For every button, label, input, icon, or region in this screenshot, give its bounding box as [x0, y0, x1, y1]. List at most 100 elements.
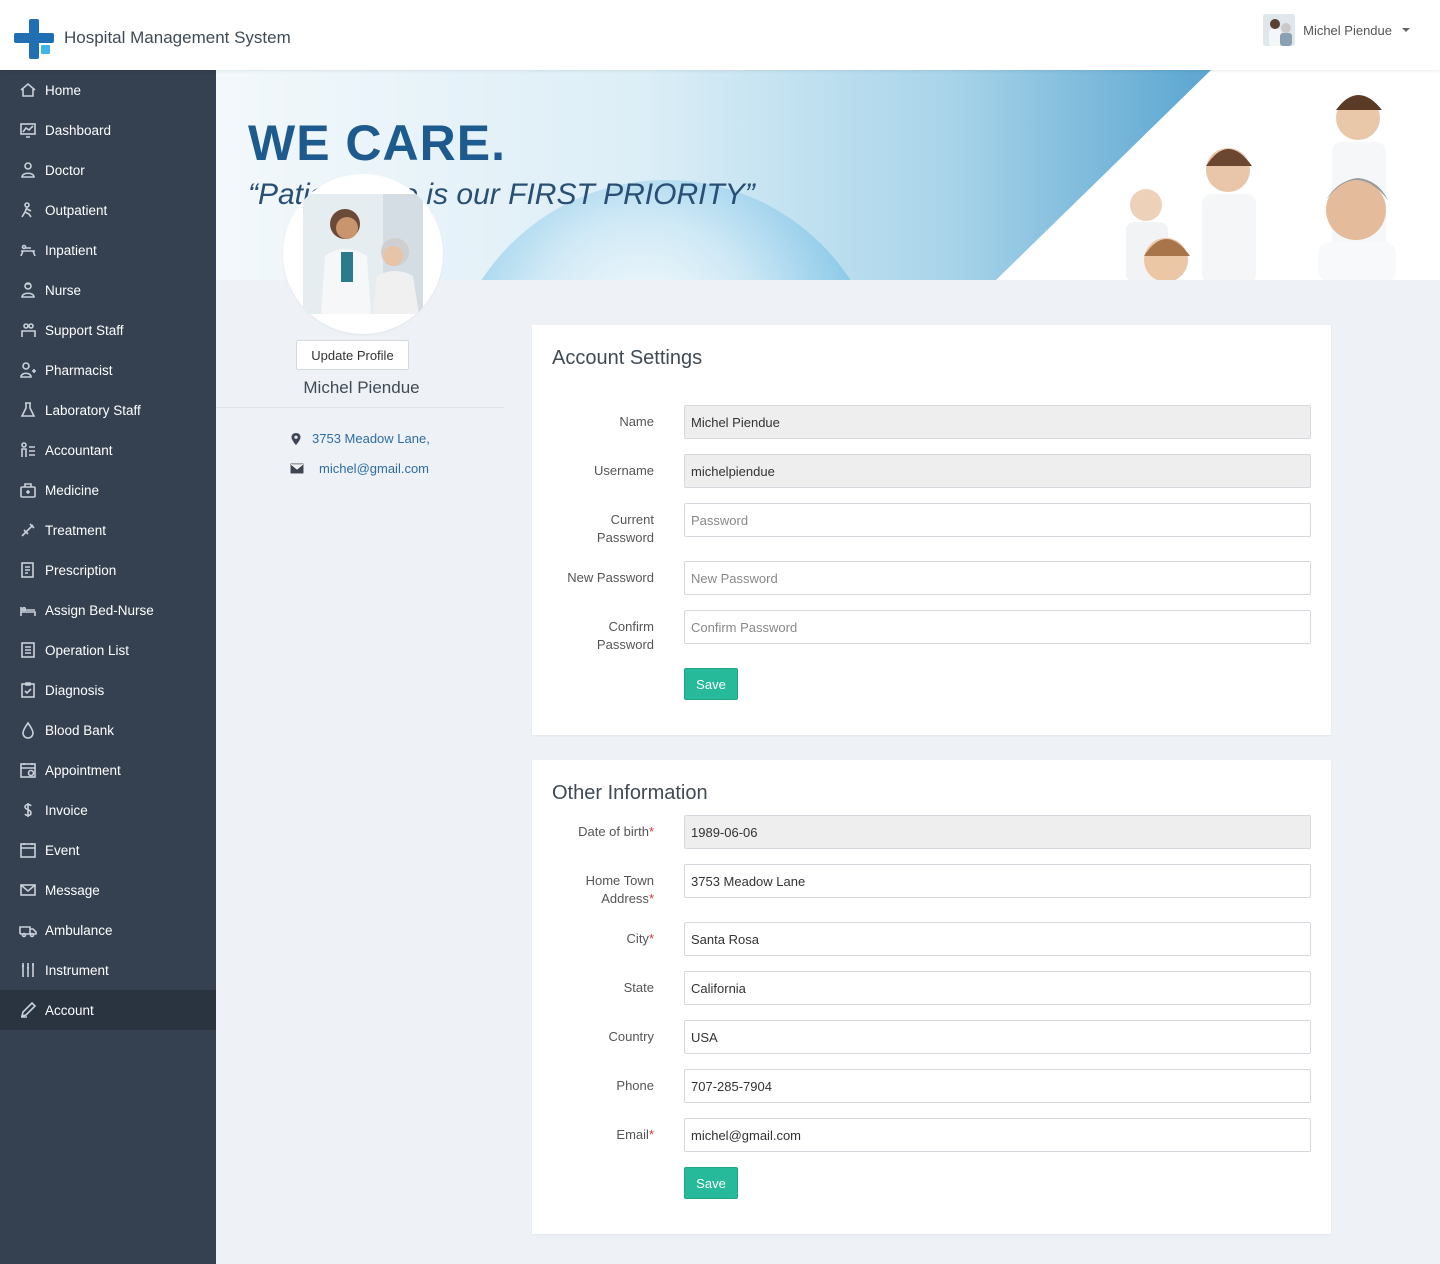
sidebar-item-label: Event: [45, 842, 80, 858]
sidebar-item-label: Diagnosis: [45, 682, 105, 698]
sidebar-item-label: Prescription: [45, 562, 117, 578]
sidebar-item-operation-list[interactable]: Operation List: [0, 630, 216, 670]
state-label: State: [623, 980, 654, 995]
sidebar-item-label: Message: [45, 882, 100, 898]
username-field[interactable]: [684, 454, 1311, 488]
dollar-icon: [18, 800, 38, 820]
username-label: Username: [594, 463, 654, 478]
sidebar-item-appointment[interactable]: Appointment: [0, 750, 216, 790]
sidebar-item-home[interactable]: Home: [0, 70, 216, 110]
envelope-icon: [290, 463, 304, 474]
caret-down-icon: [1402, 28, 1410, 32]
profile-photo: [283, 174, 443, 334]
sidebar-item-label: Invoice: [45, 802, 88, 818]
sidebar-item-label: Pharmacist: [45, 362, 113, 378]
country-input[interactable]: [684, 1020, 1311, 1054]
required-mark: *: [648, 1127, 654, 1142]
hospital-cross-logo: [14, 19, 54, 59]
other-info-save-button[interactable]: Save: [684, 1167, 738, 1199]
new-password-label: New Password: [567, 570, 654, 585]
pencil-icon: [18, 1000, 38, 1020]
city-input[interactable]: [684, 922, 1311, 956]
sidebar-item-instrument[interactable]: Instrument: [0, 950, 216, 990]
sidebar-item-label: Inpatient: [45, 242, 97, 258]
confirm-password-label: Confirm Password: [532, 618, 654, 654]
required-mark: *: [648, 891, 654, 906]
hometown-label-line2: Address: [601, 891, 649, 906]
phone-input[interactable]: [684, 1069, 1311, 1103]
sidebar-item-label: Laboratory Staff: [45, 402, 141, 418]
confirm-password-input[interactable]: [684, 610, 1311, 644]
current-password-input[interactable]: [684, 503, 1311, 537]
account-settings-title: Account Settings: [552, 347, 703, 369]
sidebar-item-ambulance[interactable]: Ambulance: [0, 910, 216, 950]
sidebar-item-inpatient[interactable]: Inpatient: [0, 230, 216, 270]
sidebar-item-account[interactable]: Account: [0, 990, 216, 1030]
confirm-password-label-line1: Confirm: [608, 619, 654, 634]
sidebar-item-label: Support Staff: [45, 322, 124, 338]
sidebar-item-outpatient[interactable]: Outpatient: [0, 190, 216, 230]
required-mark: *: [648, 824, 654, 839]
user-menu-dropdown[interactable]: Michel Piendue: [1263, 14, 1410, 46]
sidebar-item-event[interactable]: Event: [0, 830, 216, 870]
sidebar-item-label: Home: [45, 82, 82, 98]
state-input[interactable]: [684, 971, 1311, 1005]
hometown-address-input[interactable]: [684, 864, 1311, 898]
nurse-icon: [18, 280, 38, 300]
sidebar-item-label: Operation List: [45, 642, 130, 658]
sidebar-item-accountant[interactable]: Accountant: [0, 430, 216, 470]
profile-address-link[interactable]: 3753 Meadow Lane,: [312, 431, 430, 446]
sidebar-item-pharmacist[interactable]: Pharmacist: [0, 350, 216, 390]
dob-field[interactable]: [684, 815, 1311, 849]
top-navbar: Hospital Management System Michel Piendu…: [0, 0, 1440, 70]
new-password-input[interactable]: [684, 561, 1311, 595]
sidebar-item-prescription[interactable]: Prescription: [0, 550, 216, 590]
app-title: Hospital Management System: [64, 28, 291, 47]
sidebar-item-message[interactable]: Message: [0, 870, 216, 910]
sidebar-item-invoice[interactable]: Invoice: [0, 790, 216, 830]
sidebar-item-assign-bed-nurse[interactable]: Assign Bed-Nurse: [0, 590, 216, 630]
bed-icon: [18, 600, 38, 620]
diagnosis-icon: [18, 680, 38, 700]
update-profile-button[interactable]: Update Profile: [296, 340, 409, 370]
name-field[interactable]: [684, 405, 1311, 439]
sidebar-item-nurse[interactable]: Nurse: [0, 270, 216, 310]
instrument-icon: [18, 960, 38, 980]
sidebar-item-dashboard[interactable]: Dashboard: [0, 110, 216, 150]
sidebar-item-label: Ambulance: [45, 922, 113, 938]
email-label: Email*: [532, 1126, 654, 1144]
account-save-button[interactable]: Save: [684, 668, 738, 700]
sidebar-item-label: Assign Bed-Nurse: [45, 602, 154, 618]
sidebar-item-medicine[interactable]: Medicine: [0, 470, 216, 510]
sidebar-item-diagnosis[interactable]: Diagnosis: [0, 670, 216, 710]
other-information-card: Other Information Date of birth* Home To…: [532, 760, 1331, 1234]
sidebar-item-laboratory-staff[interactable]: Laboratory Staff: [0, 390, 216, 430]
sidebar-item-doctor[interactable]: Doctor: [0, 150, 216, 190]
appointment-icon: [18, 760, 38, 780]
sidebar-item-label: Blood Bank: [45, 722, 115, 738]
support-staff-icon: [18, 320, 38, 340]
hometown-label: Home Town Address*: [532, 872, 654, 908]
sidebar-item-label: Medicine: [45, 482, 100, 498]
email-input[interactable]: [684, 1118, 1311, 1152]
sidebar-item-support-staff[interactable]: Support Staff: [0, 310, 216, 350]
country-label: Country: [608, 1029, 654, 1044]
medicine-icon: [18, 480, 38, 500]
medical-staff-photo: [1126, 95, 1396, 280]
hometown-label-line1: Home Town: [585, 873, 654, 888]
other-information-title: Other Information: [552, 782, 708, 804]
sidebar-item-blood-bank[interactable]: Blood Bank: [0, 710, 216, 750]
current-password-label-line1: Current: [610, 512, 654, 527]
current-password-label: Current Password: [532, 511, 654, 547]
sidebar-item-label: Doctor: [45, 162, 85, 178]
outpatient-icon: [18, 200, 38, 220]
dob-label: Date of birth*: [532, 823, 654, 841]
treatment-icon: [18, 520, 38, 540]
sidebar-item-treatment[interactable]: Treatment: [0, 510, 216, 550]
sidebar-item-label: Outpatient: [45, 202, 108, 218]
sidebar: Home Dashboard Doctor Outpatient Inpatient Nu…: [0, 70, 216, 1264]
profile-email-link[interactable]: michel@gmail.com: [319, 461, 429, 476]
sidebar-item-label: Dashboard: [45, 122, 112, 138]
pharmacist-icon: [18, 360, 38, 380]
current-password-label-line2: Password: [596, 530, 654, 545]
